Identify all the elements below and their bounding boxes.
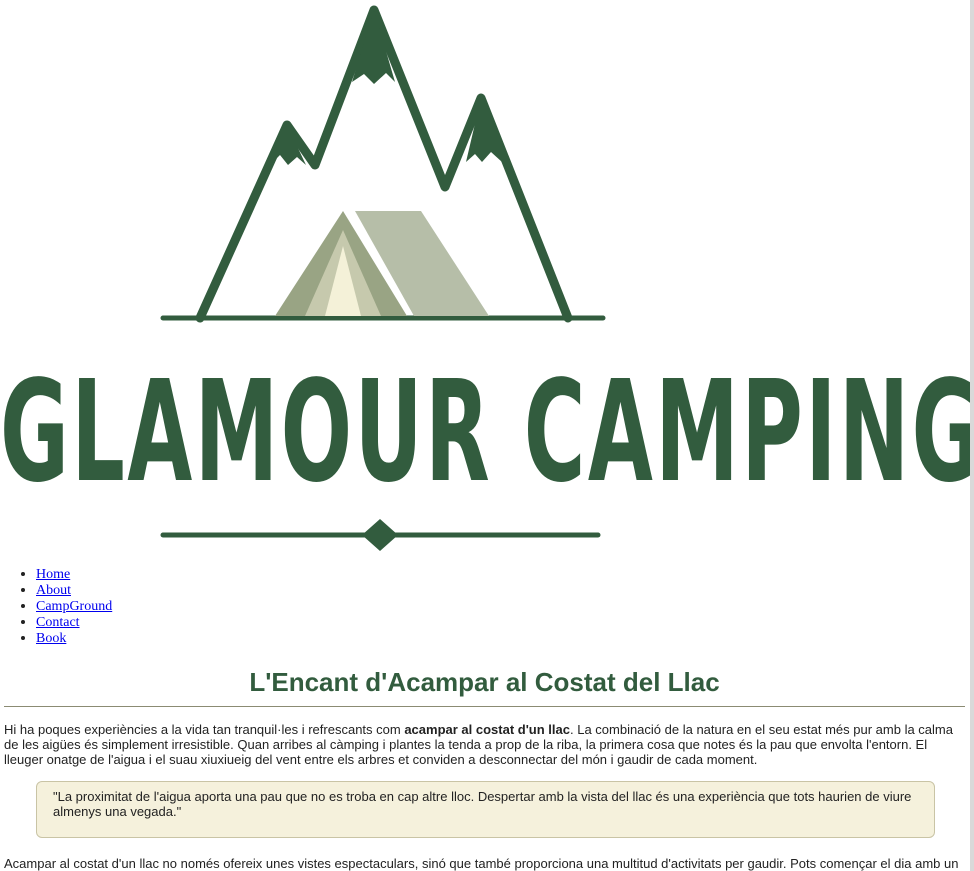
article-paragraph-1: Hi ha poques experiències a la vida tan …	[4, 722, 958, 767]
page-scrollbar[interactable]	[970, 0, 974, 871]
nav-link-contact[interactable]: Contact	[36, 615, 80, 630]
article-title: L'Encant d'Acampar al Costat del Llac	[249, 667, 720, 697]
nav-link-campground[interactable]: CampGround	[36, 599, 112, 614]
nav-item-about: About	[36, 582, 112, 598]
nav-item-contact: Contact	[36, 614, 112, 630]
nav-item-campground: CampGround	[36, 598, 112, 614]
paragraph-1-intro: Hi ha poques experiències a la vida tan …	[4, 722, 405, 737]
paragraph-1-highlight: acampar al costat d'un llac	[404, 722, 570, 737]
nav-link-book[interactable]: Book	[36, 631, 66, 646]
article-paragraph-2: Acampar al costat d'un llac no només ofe…	[4, 856, 958, 871]
nav-item-book: Book	[36, 630, 112, 646]
site-logo[interactable]: GLAMOUR CAMPING	[0, 0, 974, 560]
article-quote: "La proximitat de l'aigua aporta una pau…	[36, 781, 935, 838]
brand-title: GLAMOUR CAMPING	[0, 351, 974, 514]
nav-item-home: Home	[36, 566, 112, 582]
nav-link-home[interactable]: Home	[36, 567, 70, 582]
nav-link-about[interactable]: About	[36, 583, 71, 598]
title-divider	[4, 706, 965, 707]
